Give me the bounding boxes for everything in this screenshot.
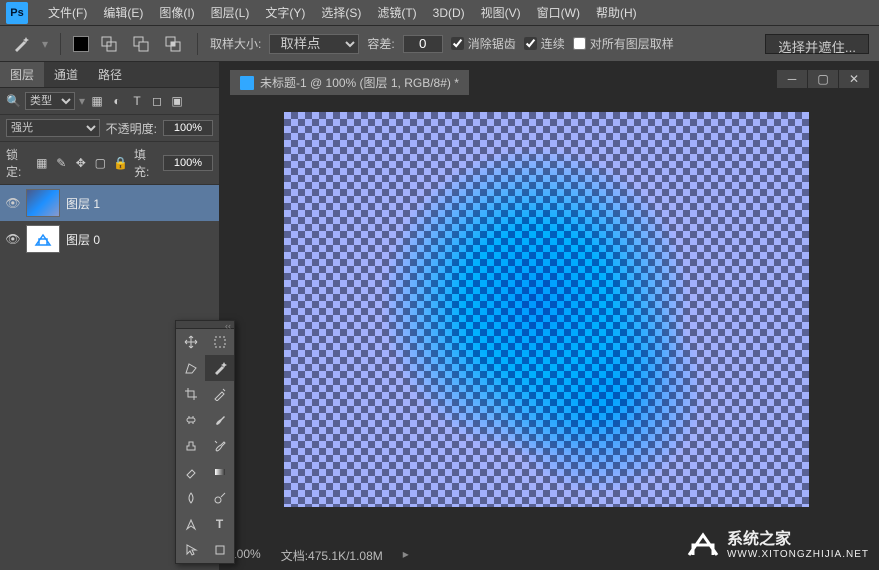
canvas-image <box>284 112 809 507</box>
tolerance-label: 容差: <box>367 35 394 52</box>
lock-label: 锁定: <box>6 146 29 180</box>
contiguous-checkbox[interactable]: 连续 <box>524 35 565 52</box>
menu-edit[interactable]: 编辑(E) <box>95 0 151 25</box>
selection-subtract-icon[interactable] <box>129 34 153 54</box>
tab-layers[interactable]: 图层 <box>0 62 44 87</box>
canvas[interactable] <box>284 112 809 507</box>
selection-new-icon[interactable] <box>73 36 89 52</box>
visibility-eye-icon[interactable]: 👁 <box>6 232 20 246</box>
lock-all-icon[interactable]: 🔒 <box>113 155 128 171</box>
lock-transparent-icon[interactable]: ▦ <box>35 155 48 171</box>
filter-type-icon[interactable]: T <box>129 93 145 109</box>
lock-move-icon[interactable]: ✥ <box>74 155 87 171</box>
marquee-tool-icon[interactable] <box>205 329 234 355</box>
menu-filter[interactable]: 滤镜(T) <box>369 0 424 25</box>
search-icon: 🔍 <box>6 94 21 108</box>
layer-name: 图层 1 <box>66 195 100 212</box>
shape-tool-icon[interactable] <box>205 537 234 563</box>
lock-paint-icon[interactable]: ✎ <box>55 155 68 171</box>
watermark-url: WWW.XITONGZHIJIA.NET <box>727 549 869 560</box>
visibility-eye-icon[interactable]: 👁 <box>6 196 20 210</box>
doc-close-button[interactable]: ✕ <box>839 70 869 88</box>
doc-maximize-button[interactable]: ▢ <box>808 70 838 88</box>
menu-layer[interactable]: 图层(L) <box>203 0 258 25</box>
menu-3d[interactable]: 3D(D) <box>425 2 473 24</box>
canvas-area: 未标题-1 @ 100% (图层 1, RGB/8#) * ─ ▢ ✕ 100%… <box>220 62 879 570</box>
filter-pixel-icon[interactable]: ▦ <box>89 93 105 109</box>
ps-logo-text: Ps <box>10 7 23 19</box>
filter-kind-select[interactable]: 类型 <box>25 92 75 110</box>
layer-thumbnail[interactable] <box>26 225 60 253</box>
menu-file[interactable]: 文件(F) <box>40 0 95 25</box>
watermark-title: 系统之家 <box>727 525 869 549</box>
all-layers-checkbox[interactable]: 对所有图层取样 <box>573 35 674 52</box>
document-title: 未标题-1 @ 100% (图层 1, RGB/8#) * <box>260 74 459 91</box>
menu-view[interactable]: 视图(V) <box>473 0 529 25</box>
menu-window[interactable]: 窗口(W) <box>529 0 588 25</box>
blend-mode-select[interactable]: 强光 <box>6 119 100 137</box>
status-bar: 100% 文档:475.1K/1.08M ▸ <box>230 547 409 564</box>
document-tab[interactable]: 未标题-1 @ 100% (图层 1, RGB/8#) * <box>230 70 469 95</box>
layer-thumbnail[interactable] <box>26 189 60 217</box>
menu-bar: Ps 文件(F) 编辑(E) 图像(I) 图层(L) 文字(Y) 选择(S) 滤… <box>0 0 879 26</box>
crop-tool-icon[interactable] <box>176 381 205 407</box>
select-and-mask-button[interactable]: 选择并遮住... <box>765 34 869 54</box>
sample-size-select[interactable]: 取样点 <box>269 34 359 54</box>
stamp-tool-icon[interactable] <box>176 433 205 459</box>
type-tool-icon[interactable]: T <box>205 511 234 537</box>
doc-minimize-button[interactable]: ─ <box>777 70 807 88</box>
lock-artboard-icon[interactable]: ▢ <box>94 155 107 171</box>
palette-drag-handle[interactable]: ‹‹ <box>176 321 234 329</box>
layer-name: 图层 0 <box>66 231 100 248</box>
antialias-checkbox[interactable]: 消除锯齿 <box>451 35 516 52</box>
lasso-tool-icon[interactable] <box>176 355 205 381</box>
menu-type[interactable]: 文字(Y) <box>257 0 313 25</box>
gradient-tool-icon[interactable] <box>205 459 234 485</box>
dodge-tool-icon[interactable] <box>205 485 234 511</box>
move-tool-icon[interactable] <box>176 329 205 355</box>
filter-shape-icon[interactable]: ◻ <box>149 93 165 109</box>
eyedropper-tool-icon[interactable] <box>205 381 234 407</box>
ps-logo: Ps <box>6 2 28 24</box>
options-bar: ▾ 取样大小: 取样点 容差: 消除锯齿 连续 对所有图层取样 选择并遮住... <box>0 26 879 62</box>
brush-tool-icon[interactable] <box>205 407 234 433</box>
opacity-input[interactable] <box>163 120 213 136</box>
layer-item[interactable]: 👁 图层 0 <box>0 221 219 257</box>
menu-select[interactable]: 选择(S) <box>313 0 369 25</box>
opacity-label: 不透明度: <box>106 120 157 137</box>
path-select-tool-icon[interactable] <box>176 537 205 563</box>
filter-adjust-icon[interactable]: ◐ <box>109 93 125 109</box>
menu-help[interactable]: 帮助(H) <box>588 0 645 25</box>
layer-item[interactable]: 👁 图层 1 <box>0 185 219 221</box>
tool-palette: ‹‹ T <box>175 320 235 564</box>
selection-add-icon[interactable] <box>97 34 121 54</box>
tab-channels[interactable]: 通道 <box>44 62 88 87</box>
magic-wand-tool-icon[interactable] <box>205 355 234 381</box>
tab-paths[interactable]: 路径 <box>88 62 132 87</box>
doc-size-info[interactable]: 文档:475.1K/1.08M <box>281 547 383 564</box>
magic-wand-icon[interactable] <box>10 34 34 54</box>
blur-tool-icon[interactable] <box>176 485 205 511</box>
selection-intersect-icon[interactable] <box>161 34 185 54</box>
ps-mini-icon <box>240 76 254 90</box>
healing-tool-icon[interactable] <box>176 407 205 433</box>
pen-tool-icon[interactable] <box>176 511 205 537</box>
menu-image[interactable]: 图像(I) <box>151 0 202 25</box>
fill-label: 填充: <box>134 146 157 180</box>
fill-input[interactable] <box>163 155 213 171</box>
watermark: 系统之家 WWW.XITONGZHIJIA.NET <box>685 525 869 560</box>
history-brush-tool-icon[interactable] <box>205 433 234 459</box>
eraser-tool-icon[interactable] <box>176 459 205 485</box>
filter-smart-icon[interactable]: ▣ <box>169 93 185 109</box>
sample-size-label: 取样大小: <box>210 35 261 52</box>
tolerance-input[interactable] <box>403 35 443 53</box>
